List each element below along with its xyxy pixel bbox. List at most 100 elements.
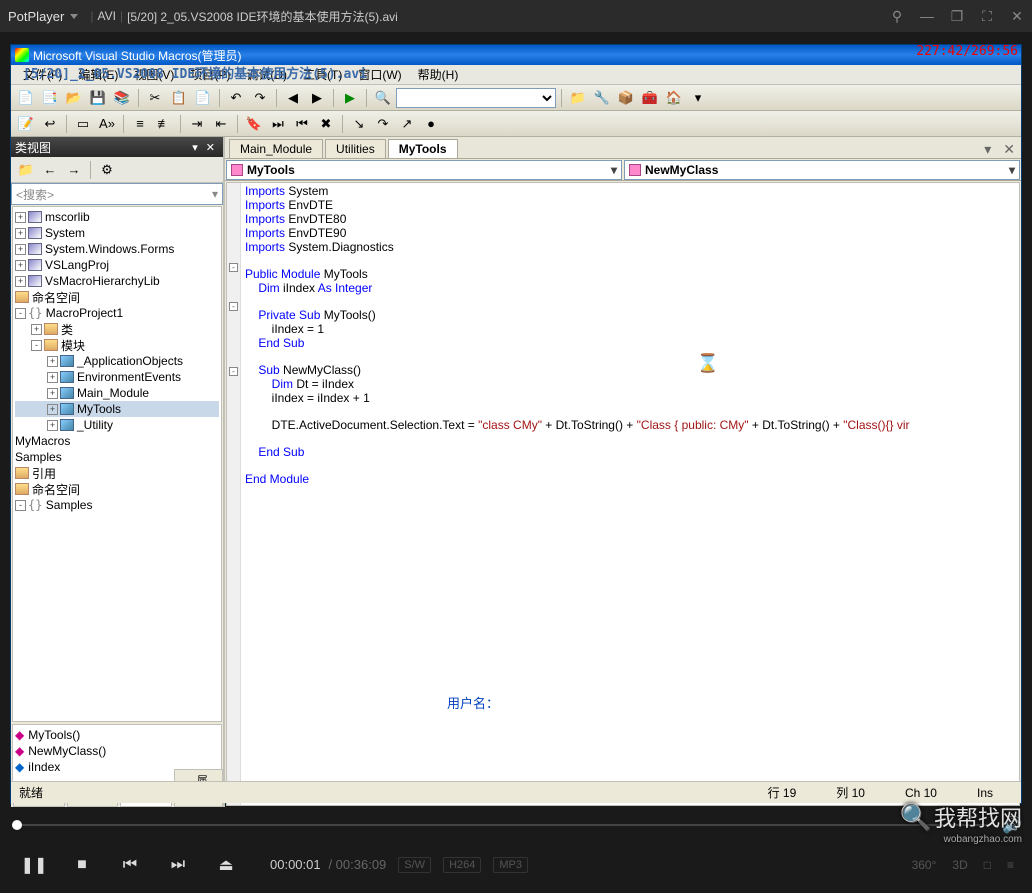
uncomment-icon[interactable]: ≢ <box>153 113 175 135</box>
capture-button[interactable]: □ <box>984 858 991 872</box>
eject-button[interactable]: ⏏ <box>202 841 250 889</box>
cut-icon[interactable]: ✂ <box>144 87 166 109</box>
word-wrap-icon[interactable]: ↩ <box>39 113 61 135</box>
menu-edit[interactable]: 编辑(E) <box>70 64 126 85</box>
select-icon[interactable]: ▭ <box>72 113 94 135</box>
tree-item[interactable]: +_ApplicationObjects <box>15 353 219 369</box>
tree-item[interactable]: +mscorlib <box>15 209 219 225</box>
other-windows-icon[interactable]: ▾ <box>687 87 709 109</box>
class-tree[interactable]: +mscorlib +System +System.Windows.Forms … <box>12 206 222 722</box>
tree-item[interactable]: -模块 <box>15 337 219 353</box>
fwd-nav-icon[interactable]: → <box>63 159 85 181</box>
tab-dropdown-icon[interactable]: ▾ <box>978 141 997 158</box>
tab-close-icon[interactable]: ✕ <box>997 141 1021 158</box>
tree-item[interactable]: +Main_Module <box>15 385 219 401</box>
seek-bar[interactable]: 🔊 <box>0 816 1032 834</box>
pause-button[interactable]: ❚❚ <box>10 841 58 889</box>
font-icon[interactable]: A» <box>96 113 118 135</box>
tree-item[interactable]: +EnvironmentEvents <box>15 369 219 385</box>
add-item-icon[interactable]: 📑 <box>39 87 61 109</box>
new-project-icon[interactable]: 📄 <box>15 87 37 109</box>
tree-item[interactable]: +System <box>15 225 219 241</box>
comment-icon[interactable]: ≡ <box>129 113 151 135</box>
type-selector[interactable]: MyTools▾ <box>226 160 622 180</box>
copy-icon[interactable]: 📋 <box>168 87 190 109</box>
find-combo[interactable] <box>396 88 556 108</box>
search-input[interactable]: <搜索> ▾ <box>11 183 223 205</box>
redo-icon[interactable]: ↷ <box>249 87 271 109</box>
fold-icon[interactable]: - <box>229 302 238 311</box>
menu-tools[interactable]: 工具(T) <box>295 64 350 85</box>
nav-back-icon[interactable]: ◀ <box>282 87 304 109</box>
text-icon[interactable]: 📝 <box>15 113 37 135</box>
next-button[interactable]: ⏭ <box>154 841 202 889</box>
tab-main-module[interactable]: Main_Module <box>229 139 323 158</box>
nav-fwd-icon[interactable]: ▶ <box>306 87 328 109</box>
tab-mytools[interactable]: MyTools <box>388 139 458 158</box>
open-icon[interactable]: 📂 <box>63 87 85 109</box>
tree-item[interactable]: +System.Windows.Forms <box>15 241 219 257</box>
toolbox-icon[interactable]: 🧰 <box>639 87 661 109</box>
bookmark-icon[interactable]: 🔖 <box>243 113 265 135</box>
prev-button[interactable]: ⏮ <box>106 841 154 889</box>
menu-file[interactable]: 文件(F) <box>15 64 70 85</box>
new-folder-icon[interactable]: 📁 <box>15 159 37 181</box>
render-mode[interactable]: S/W <box>398 857 431 873</box>
seek-thumb[interactable] <box>12 820 22 830</box>
breakpoint-icon[interactable]: ● <box>420 113 442 135</box>
minimize-button[interactable]: — <box>912 0 942 32</box>
menu-debug[interactable]: 调试(D) <box>238 64 295 85</box>
tree-item[interactable]: +VSLangProj <box>15 257 219 273</box>
menu-icon[interactable]: ≡ <box>1007 858 1014 872</box>
seek-track[interactable] <box>12 824 990 826</box>
tree-item[interactable]: +类 <box>15 321 219 337</box>
tree-item[interactable]: Samples <box>15 449 219 465</box>
tree-item[interactable]: 命名空间 <box>15 481 219 497</box>
step-into-icon[interactable]: ↘ <box>348 113 370 135</box>
close-panel-icon[interactable]: ✕ <box>202 141 219 154</box>
undo-icon[interactable]: ↶ <box>225 87 247 109</box>
tree-item[interactable]: +VsMacroHierarchyLib <box>15 273 219 289</box>
step-over-icon[interactable]: ↷ <box>372 113 394 135</box>
paste-icon[interactable]: 📄 <box>192 87 214 109</box>
member-item[interactable]: ◆NewMyClass() <box>15 743 219 759</box>
tree-item-selected[interactable]: +MyTools <box>15 401 219 417</box>
code-editor[interactable]: - - - Imports System Imports EnvDTE Impo… <box>226 182 1020 806</box>
potplayer-logo[interactable]: PotPlayer <box>0 9 86 24</box>
tree-item[interactable]: 引用 <box>15 465 219 481</box>
3d-button[interactable]: 3D <box>952 858 967 872</box>
run-icon[interactable]: ▶ <box>339 87 361 109</box>
start-page-icon[interactable]: 🏠 <box>663 87 685 109</box>
bookmark-prev-icon[interactable]: ⏮ <box>291 113 313 135</box>
member-selector[interactable]: NewMyClass▾ <box>624 160 1020 180</box>
object-browser-icon[interactable]: 📦 <box>615 87 637 109</box>
back-nav-icon[interactable]: ← <box>39 159 61 181</box>
menu-window[interactable]: 窗口(W) <box>350 64 409 85</box>
menu-project[interactable]: 项目(P) <box>182 64 238 85</box>
vs-titlebar[interactable]: Microsoft Visual Studio Macros(管理员) <box>11 45 1021 65</box>
properties-icon[interactable]: 🔧 <box>591 87 613 109</box>
bookmark-clear-icon[interactable]: ✖ <box>315 113 337 135</box>
tab-utilities[interactable]: Utilities <box>325 139 386 158</box>
settings-icon[interactable]: ⚙ <box>96 159 118 181</box>
tree-item[interactable]: 命名空间 <box>15 289 219 305</box>
outdent-icon[interactable]: ⇤ <box>210 113 232 135</box>
menu-view[interactable]: 视图(V) <box>126 64 182 85</box>
indent-icon[interactable]: ⇥ <box>186 113 208 135</box>
bookmark-next-icon[interactable]: ⏭ <box>267 113 289 135</box>
maximize-button[interactable]: ❐ <box>942 0 972 32</box>
member-item[interactable]: ◆MyTools() <box>15 727 219 743</box>
dropdown-icon[interactable]: ▾ <box>188 141 202 154</box>
step-out-icon[interactable]: ↗ <box>396 113 418 135</box>
stop-button[interactable]: ■ <box>58 841 106 889</box>
fold-icon[interactable]: - <box>229 367 238 376</box>
fold-icon[interactable]: - <box>229 263 238 272</box>
solution-explorer-icon[interactable]: 📁 <box>567 87 589 109</box>
tree-item[interactable]: +_Utility <box>15 417 219 433</box>
menu-help[interactable]: 帮助(H) <box>410 64 467 85</box>
close-button[interactable]: ✕ <box>1002 0 1032 32</box>
vr360-button[interactable]: 360° <box>912 858 937 872</box>
tree-item[interactable]: MyMacros <box>15 433 219 449</box>
tree-item[interactable]: -{} MacroProject1 <box>15 305 219 321</box>
save-all-icon[interactable]: 📚 <box>111 87 133 109</box>
